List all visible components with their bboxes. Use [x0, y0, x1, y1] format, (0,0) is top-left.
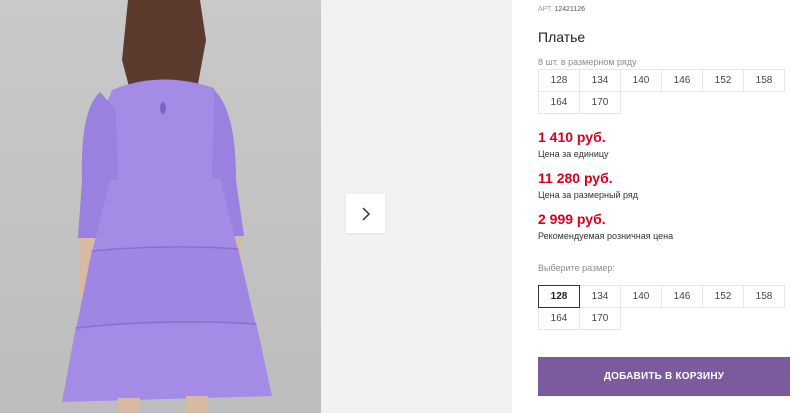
- retail-price: 2 999 руб.: [538, 211, 606, 227]
- size-row-cell: 152: [702, 69, 744, 92]
- product-photo[interactable]: [0, 0, 321, 413]
- size-row-label: 8 шт. в размерном ряду: [538, 57, 637, 67]
- size-row-cell: 128: [538, 69, 580, 92]
- size-option-170[interactable]: 170: [579, 307, 621, 330]
- size-option-152[interactable]: 152: [702, 285, 744, 308]
- size-row-cell: 164: [538, 91, 580, 114]
- size-option-140[interactable]: 140: [620, 285, 662, 308]
- size-row-cell: 170: [579, 91, 621, 114]
- size-row-grid: 128 134 140 146 152 158 164 170: [538, 69, 790, 114]
- row-price-label: Цена за размерный ряд: [538, 190, 639, 200]
- product-title: Платье: [538, 29, 586, 45]
- chevron-right-icon: [361, 206, 370, 221]
- size-option-134[interactable]: 134: [579, 285, 621, 308]
- size-row-cell: 146: [661, 69, 703, 92]
- size-row-cell: 134: [579, 69, 621, 92]
- size-option-128[interactable]: 128: [538, 285, 580, 308]
- size-option-158[interactable]: 158: [743, 285, 785, 308]
- product-gallery: [0, 0, 512, 413]
- article-number: АРТ. 12421126: [538, 6, 586, 13]
- size-row-cell: 140: [620, 69, 662, 92]
- size-option-146[interactable]: 146: [661, 285, 703, 308]
- row-price: 11 280 руб.: [538, 170, 613, 186]
- size-select-grid: 128 134 140 146 152 158 164 170: [538, 285, 790, 330]
- next-photo-button[interactable]: [346, 194, 385, 233]
- size-select-label: Выберите размер:: [538, 263, 615, 273]
- add-to-cart-button[interactable]: ДОБАВИТЬ В КОРЗИНУ: [538, 357, 790, 396]
- retail-price-label: Рекомендуемая розничная цена: [538, 231, 674, 241]
- dress-illustration: [62, 0, 272, 413]
- size-row-cell: 158: [743, 69, 785, 92]
- unit-price-label: Цена за единицу: [538, 149, 609, 159]
- unit-price: 1 410 руб.: [538, 129, 606, 145]
- size-option-164[interactable]: 164: [538, 307, 580, 330]
